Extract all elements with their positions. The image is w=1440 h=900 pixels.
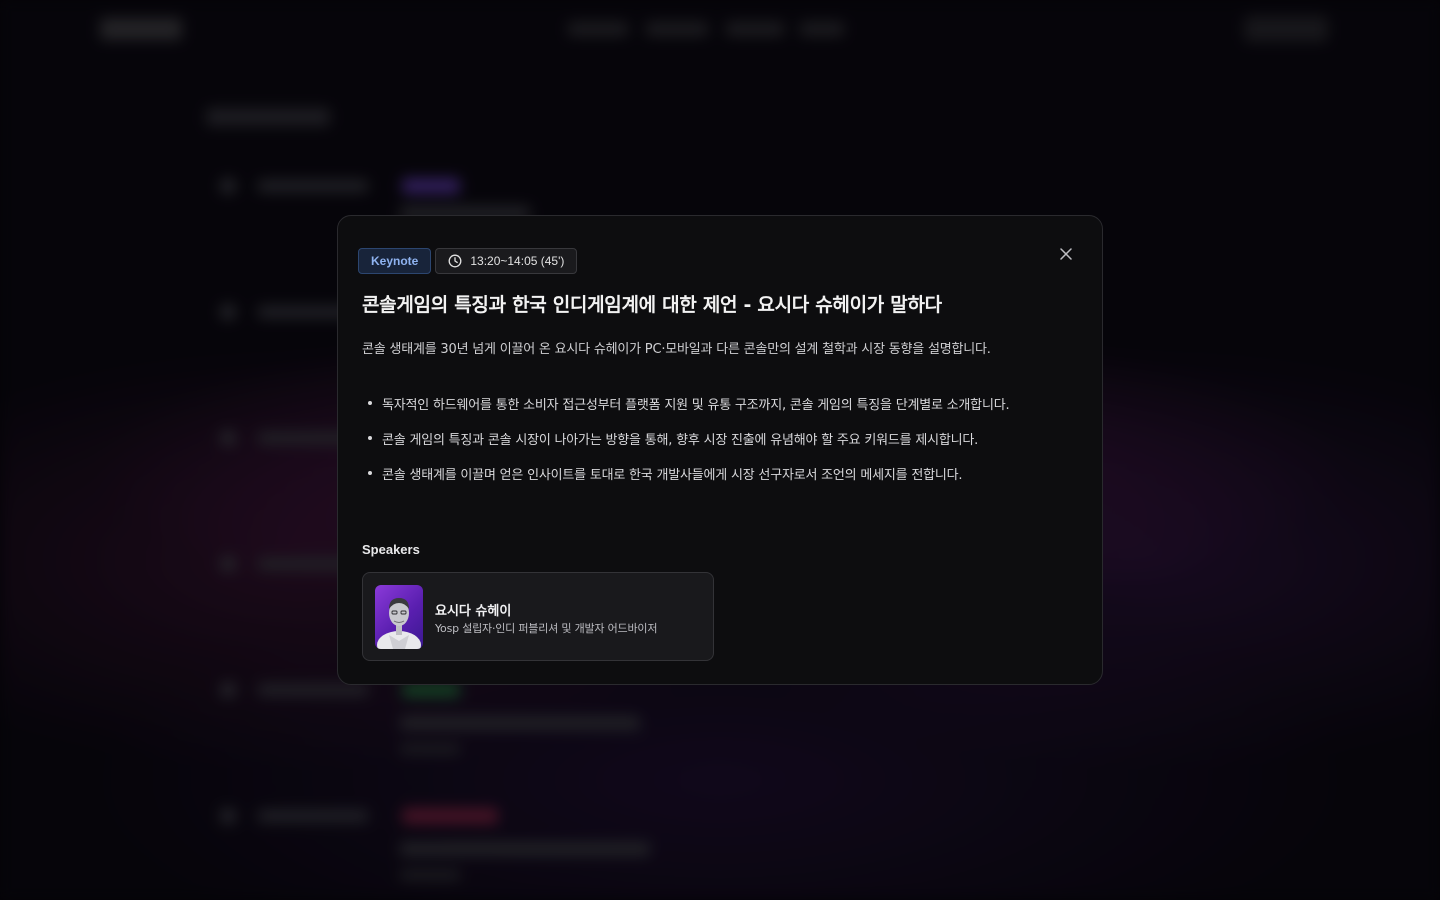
session-description: 콘솔 생태계를 30년 넘게 이끌어 온 요시다 슈헤이가 PC·모바일과 다른… (362, 342, 991, 357)
session-detail-modal: Keynote 13:20~14:05 (45') 콘솔게임의 특징과 한국 인… (337, 215, 1103, 685)
time-text: 13:20~14:05 (45') (470, 254, 565, 268)
bullet-icon (368, 401, 372, 405)
bullet-icon (368, 436, 372, 440)
session-badges: Keynote 13:20~14:05 (45') (358, 248, 578, 274)
category-badge: Keynote (358, 248, 432, 274)
list-item-text: 콘솔 생태계를 이끌며 얻은 인사이트를 토대로 한국 개발사들에게 시장 선구… (382, 468, 963, 483)
close-button[interactable] (1056, 244, 1076, 264)
speaker-photo-icon (377, 598, 421, 649)
close-icon (1060, 248, 1072, 260)
speaker-card[interactable]: 요시다 슈헤이 Yosp 설립자·인디 퍼블리셔 및 개발자 어드바이저 (362, 572, 714, 661)
list-item-text: 독자적인 하드웨어를 통한 소비자 접근성부터 플랫폼 지원 및 유통 구조까지… (382, 398, 1010, 413)
bullet-icon (368, 471, 372, 475)
session-highlights-list: 독자적인 하드웨어를 통한 소비자 접근성부터 플랫폼 지원 및 유통 구조까지… (362, 394, 1010, 499)
time-badge: 13:20~14:05 (45') (435, 248, 578, 274)
list-item-text: 콘솔 게임의 특징과 콘솔 시장이 나아가는 방향을 통해, 향후 시장 진출에… (382, 433, 979, 448)
speaker-role: Yosp 설립자·인디 퍼블리셔 및 개발자 어드바이저 (435, 622, 658, 635)
session-title: 콘솔게임의 특징과 한국 인디게임계에 대한 제언 - 요시다 슈헤이가 말하다 (362, 294, 942, 316)
list-item: 콘솔 생태계를 이끌며 얻은 인사이트를 토대로 한국 개발사들에게 시장 선구… (362, 464, 1009, 499)
speaker-name: 요시다 슈헤이 (435, 604, 512, 619)
avatar (375, 585, 423, 649)
list-item: 독자적인 하드웨어를 통한 소비자 접근성부터 플랫폼 지원 및 유통 구조까지… (362, 394, 1010, 429)
speakers-heading: Speakers (362, 542, 420, 557)
list-item: 콘솔 게임의 특징과 콘솔 시장이 나아가는 방향을 통해, 향후 시장 진출에… (362, 429, 1009, 464)
page: Keynote 13:20~14:05 (45') 콘솔게임의 특징과 한국 인… (0, 0, 1440, 900)
clock-icon (448, 254, 462, 268)
